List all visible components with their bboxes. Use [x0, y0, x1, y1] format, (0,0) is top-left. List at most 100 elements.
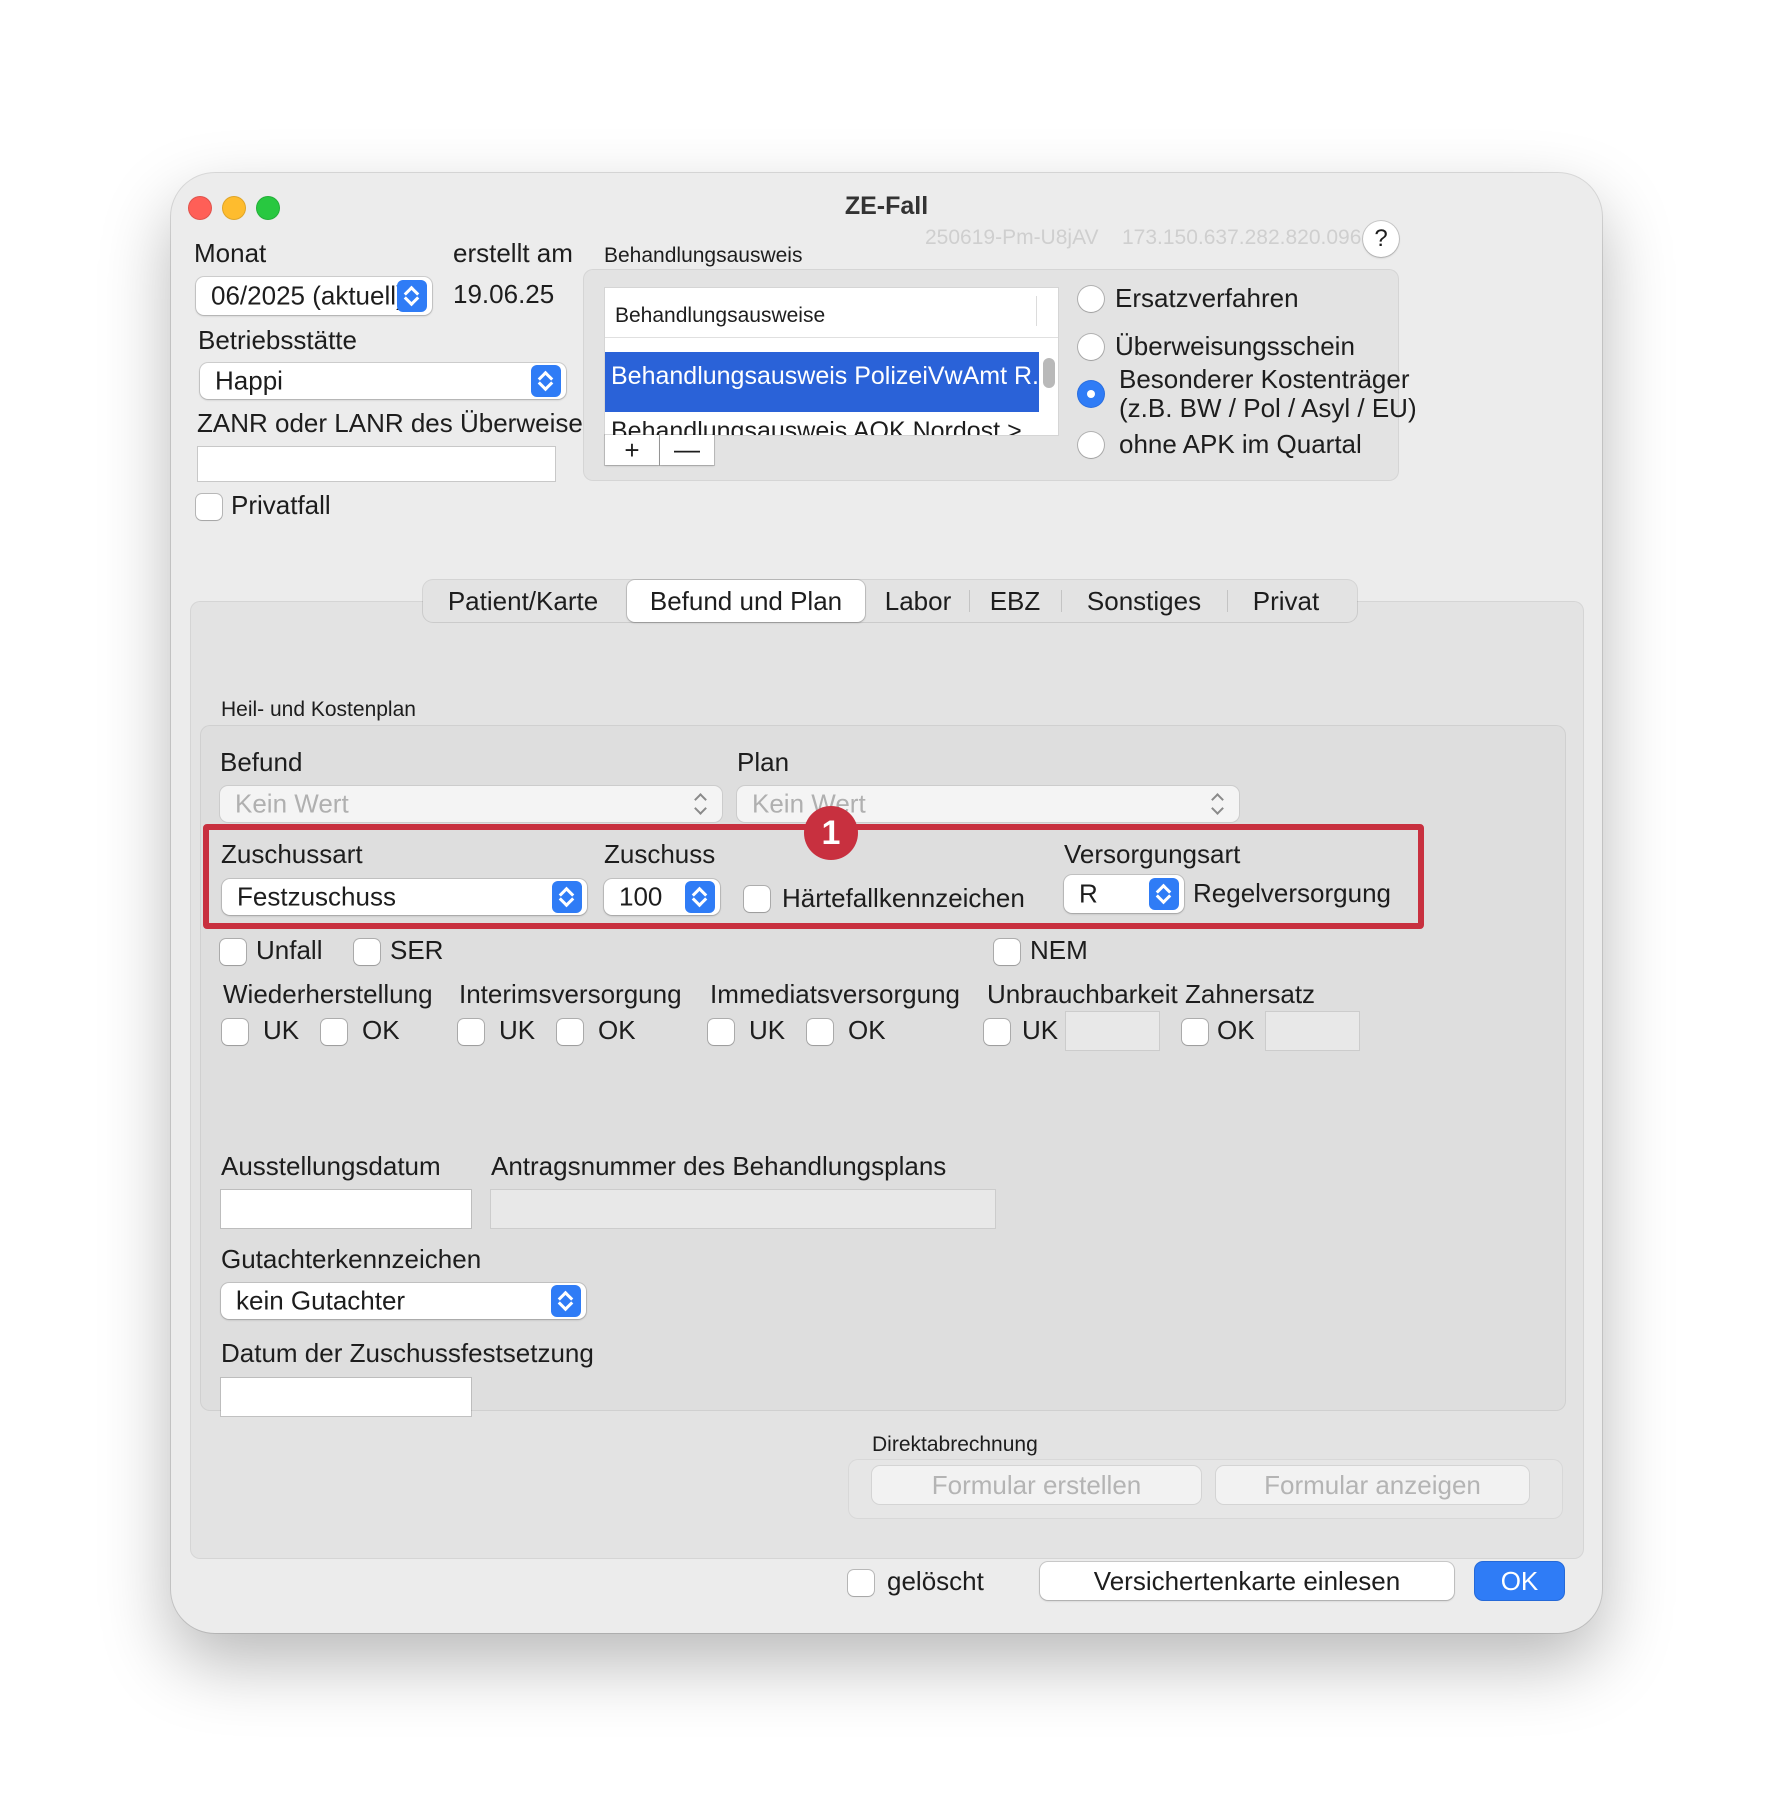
ausstellungsdatum-field[interactable] — [221, 1190, 471, 1228]
unbrauchbarkeit-uk-checkbox[interactable] — [984, 1019, 1010, 1045]
ohne-apk-radio[interactable] — [1078, 432, 1104, 458]
immediats-ok-label: OK — [848, 1015, 886, 1045]
monat-popup[interactable]: 06/2025 (aktuell) — [196, 277, 432, 315]
formular-erstellen-button[interactable]: Formular erstellen — [872, 1466, 1201, 1504]
zanr-label: ZANR oder LANR des Überweisers — [197, 408, 605, 438]
remove-button[interactable]: — — [660, 435, 714, 465]
immediatsversorgung-label: Immediatsversorgung — [710, 979, 960, 1009]
wiederherstellung-label: Wiederherstellung — [223, 979, 433, 1009]
geloescht-checkbox[interactable] — [848, 1570, 874, 1596]
befund-popup[interactable]: Kein Wert — [220, 786, 722, 822]
list-item[interactable]: Behandlungsausweis AOK Nordost > — [605, 415, 1039, 435]
tab-labor[interactable]: Labor — [869, 580, 967, 622]
tab-befund-und-plan[interactable]: Befund und Plan — [627, 580, 865, 622]
list-scrollbar[interactable] — [1043, 358, 1055, 388]
list-header-separator — [605, 337, 1058, 338]
ohne-apk-label: ohne APK im Quartal — [1119, 429, 1362, 459]
ze-fall-window: ZE-Fall 250619-Pm-U8jAV 173.150.637.282.… — [171, 173, 1602, 1633]
geloescht-label: gelöscht — [887, 1566, 984, 1596]
list-header: Behandlungsausweise — [615, 304, 826, 327]
nem-checkbox[interactable] — [994, 939, 1020, 965]
besonderer-kostentraeger-sublabel: (z.B. BW / Pol / Asyl / EU) — [1119, 393, 1417, 423]
interims-ok-label: OK — [598, 1015, 636, 1045]
ser-checkbox[interactable] — [354, 939, 380, 965]
immediats-ok-checkbox[interactable] — [807, 1019, 833, 1045]
besonderer-kostentraeger-label: Besonderer Kostenträger — [1119, 364, 1410, 394]
besonderer-kostentraeger-radio[interactable] — [1078, 381, 1104, 407]
hkp-group-label: Heil- und Kostenplan — [221, 698, 416, 721]
unbrauchbarkeit-uk-label: UK — [1022, 1015, 1059, 1045]
list-item-label: Behandlungsausweis PolizeiVwAmt R... — [611, 362, 1053, 390]
case-id-code: 250619-Pm-U8jAV — [925, 226, 1099, 249]
versichertenkarte-einlesen-button[interactable]: Versichertenkarte einlesen — [1040, 1562, 1454, 1600]
privatfall-checkbox[interactable] — [196, 494, 222, 520]
gutachter-value: kein Gutachter — [236, 1285, 406, 1316]
nem-label: NEM — [1030, 935, 1088, 965]
add-button[interactable]: + — [605, 435, 659, 465]
monat-label: Monat — [194, 238, 267, 268]
ausstellungsdatum-label: Ausstellungsdatum — [221, 1151, 441, 1181]
befund-label: Befund — [220, 747, 303, 777]
ueberweisungsschein-radio[interactable] — [1078, 334, 1104, 360]
wiederherstellung-uk-checkbox[interactable] — [222, 1019, 248, 1045]
tab-sonstiges[interactable]: Sonstiges — [1063, 580, 1225, 622]
tab-privat[interactable]: Privat — [1229, 580, 1343, 622]
monat-stepper-icon — [397, 280, 427, 312]
erstellt-value: 19.06.25 — [453, 279, 555, 309]
gutachter-popup[interactable]: kein Gutachter — [221, 1283, 586, 1319]
chevron-updown-icon — [1211, 790, 1225, 818]
unbrauchbarkeit-label: Unbrauchbarkeit Zahnersatz — [987, 979, 1316, 1009]
list-item-selected[interactable]: Behandlungsausweis PolizeiVwAmt R... — [605, 352, 1053, 412]
plan-label: Plan — [737, 747, 790, 777]
list-header-divider — [1036, 296, 1037, 326]
befund-value: Kein Wert — [235, 788, 349, 819]
wiederherstellung-ok-label: OK — [362, 1015, 400, 1045]
step-badge: 1 — [804, 806, 858, 860]
unbrauchbarkeit-uk-field[interactable] — [1066, 1012, 1159, 1050]
ersatzverfahren-label: Ersatzverfahren — [1115, 283, 1299, 313]
erstellt-label: erstellt am — [453, 238, 573, 268]
tab-separator — [1061, 590, 1062, 612]
tab-patient-karte[interactable]: Patient/Karte — [423, 580, 623, 622]
unfall-label: Unfall — [256, 935, 323, 965]
unbrauchbarkeit-ok-checkbox[interactable] — [1182, 1019, 1208, 1045]
monat-value: 06/2025 (aktuell) — [211, 280, 405, 311]
wiederherstellung-uk-label: UK — [263, 1015, 300, 1045]
gutachter-label: Gutachterkennzeichen — [221, 1244, 482, 1274]
tab-separator — [969, 590, 970, 612]
ser-label: SER — [390, 935, 444, 965]
privatfall-label: Privatfall — [231, 490, 331, 520]
tab-separator — [1227, 590, 1228, 612]
unbrauchbarkeit-ok-field[interactable] — [1266, 1012, 1359, 1050]
antragsnummer-label: Antragsnummer des Behandlungsplans — [491, 1151, 947, 1181]
interims-ok-checkbox[interactable] — [557, 1019, 583, 1045]
behandlungsausweis-list[interactable]: Behandlungsausweise Behandlungsausweis P… — [605, 288, 1058, 435]
unbrauchbarkeit-ok-label: OK — [1217, 1015, 1255, 1045]
direktabrechnung-label: Direktabrechnung — [872, 1433, 1038, 1456]
datum-zuschuss-field[interactable] — [221, 1378, 471, 1416]
betriebsstaette-popup[interactable]: Happi — [200, 363, 566, 399]
betriebsstaette-value: Happi — [215, 365, 283, 396]
formular-anzeigen-button[interactable]: Formular anzeigen — [1216, 1466, 1529, 1504]
antragsnummer-field[interactable] — [491, 1190, 995, 1228]
datum-zuschuss-label: Datum der Zuschussfestsetzung — [221, 1338, 594, 1368]
interimsversorgung-label: Interimsversorgung — [459, 979, 682, 1009]
betriebsstaette-stepper-icon — [531, 365, 561, 397]
zanr-field[interactable] — [198, 447, 555, 481]
immediats-uk-checkbox[interactable] — [708, 1019, 734, 1045]
unfall-checkbox[interactable] — [220, 939, 246, 965]
gutachter-stepper-icon — [551, 1285, 581, 1317]
ersatzverfahren-radio[interactable] — [1078, 286, 1104, 312]
immediats-uk-label: UK — [749, 1015, 786, 1045]
interims-uk-label: UK — [499, 1015, 536, 1045]
tab-bar: Patient/Karte Befund und Plan Labor EBZ … — [423, 580, 1357, 622]
help-button[interactable]: ? — [1363, 221, 1399, 257]
wiederherstellung-ok-checkbox[interactable] — [321, 1019, 347, 1045]
ueberweisungsschein-label: Überweisungsschein — [1115, 331, 1355, 361]
tab-ebz[interactable]: EBZ — [971, 580, 1059, 622]
interims-uk-checkbox[interactable] — [458, 1019, 484, 1045]
behandlungsausweis-group-label: Behandlungsausweis — [604, 244, 803, 267]
ok-button[interactable]: OK — [1475, 1562, 1564, 1600]
minus-icon: — — [674, 434, 700, 464]
betriebsstaette-label: Betriebsstätte — [198, 325, 357, 355]
